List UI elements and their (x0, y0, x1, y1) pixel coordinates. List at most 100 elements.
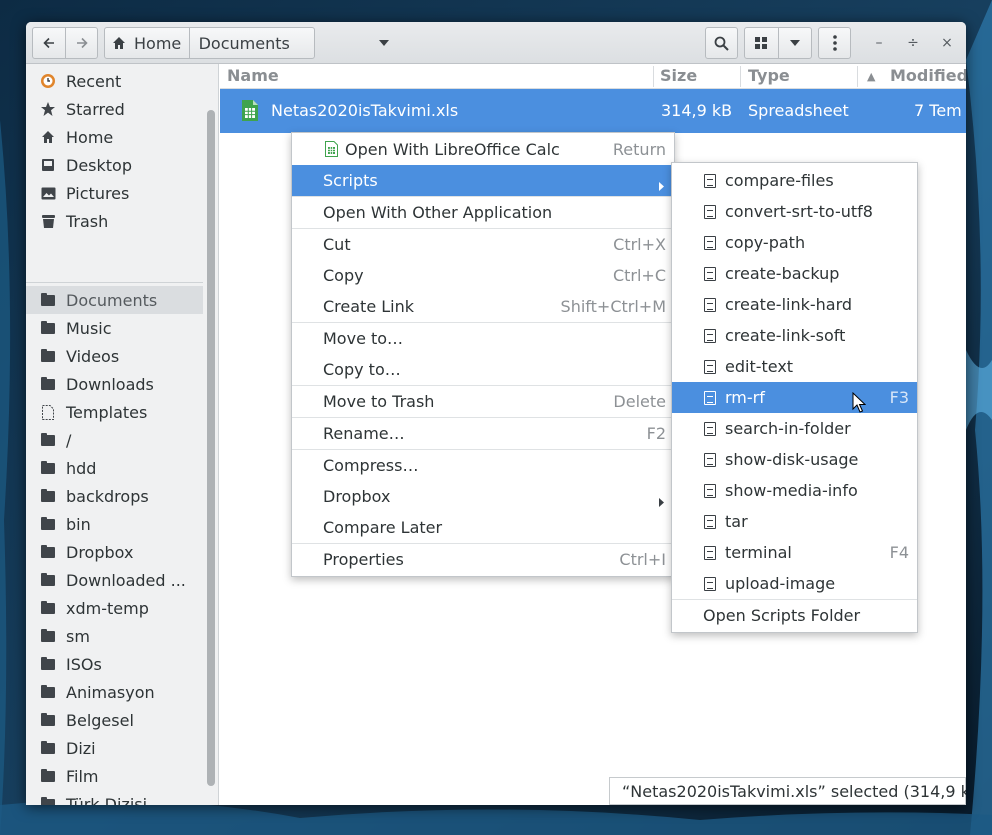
status-bar: “Netas2020isTakvimi.xls” selected (314,9… (609, 777, 966, 805)
script-item-search-in-folder[interactable]: search-in-folder (672, 413, 917, 444)
context-menu: Open With LibreOffice Calc Return Scripts O… (291, 132, 675, 577)
menu-item-accelerator: F3 (889, 388, 909, 407)
sidebar-item-animasyon[interactable]: Animasyon (26, 678, 203, 706)
sidebar-item-hdd[interactable]: hdd (26, 454, 203, 482)
sidebar-item--[interactable]: / (26, 426, 203, 454)
breadcrumb-documents[interactable]: Documents (188, 28, 389, 58)
script-item-show-disk-usage[interactable]: show-disk-usage (672, 444, 917, 475)
close-button[interactable]: × (937, 33, 957, 53)
menu-item-compress[interactable]: Compress… (292, 450, 674, 481)
breadcrumb-home[interactable]: Home (105, 28, 189, 58)
minimize-button[interactable]: – (869, 33, 889, 53)
view-mode-button[interactable] (745, 28, 778, 58)
sidebar-item-xdm-temp[interactable]: xdm-temp (26, 594, 203, 622)
script-item-copy-path[interactable]: copy-path (672, 227, 917, 258)
recent-icon (40, 73, 56, 89)
star-icon (40, 101, 56, 117)
menu-item-compare-later[interactable]: Compare Later (292, 512, 674, 543)
folder-icon (40, 432, 56, 448)
sidebar-item-label: Downloads (66, 374, 154, 394)
maximize-button[interactable]: ÷ (903, 33, 923, 53)
sidebar-item-downloaded-[interactable]: Downloaded ... (26, 566, 203, 594)
search-button[interactable] (705, 27, 738, 59)
sidebar-item-trash[interactable]: Trash (26, 207, 203, 235)
sidebar-item-label: Home (66, 127, 114, 147)
forward-button[interactable] (65, 28, 97, 58)
script-item-tar[interactable]: tar (672, 506, 917, 537)
script-item-create-link-hard[interactable]: create-link-hard (672, 289, 917, 320)
sidebar-item-backdrops[interactable]: backdrops (26, 482, 203, 510)
menu-item-move-to-trash[interactable]: Move to Trash Delete (292, 386, 674, 417)
script-item-label: show-disk-usage (725, 450, 859, 469)
sidebar-item-label: Belgesel (66, 710, 134, 730)
script-item-label: create-backup (725, 264, 840, 283)
script-item-terminal[interactable]: terminal F4 (672, 537, 917, 568)
sidebar-item-label: Trash (66, 211, 109, 231)
sidebar-item-templates[interactable]: Templates (26, 398, 203, 426)
app-menu-button[interactable] (818, 27, 851, 59)
column-type[interactable]: Type (748, 66, 790, 85)
column-modified[interactable]: Modified (890, 66, 966, 85)
sidebar-item-desktop[interactable]: Desktop (26, 151, 203, 179)
menu-item-dropbox[interactable]: Dropbox (292, 481, 674, 512)
script-file-icon (704, 515, 716, 529)
script-item-show-media-info[interactable]: show-media-info (672, 475, 917, 506)
sidebar-item-film[interactable]: Film (26, 762, 203, 790)
menu-item-properties[interactable]: Properties Ctrl+I (292, 544, 674, 575)
menu-item-scripts[interactable]: Scripts (292, 165, 674, 196)
sidebar-item-downloads[interactable]: Downloads (26, 370, 203, 398)
menu-item-label: Dropbox (323, 487, 391, 506)
sidebar-divider (26, 282, 203, 283)
script-file-icon (704, 484, 716, 498)
menu-item-open-with-other-application[interactable]: Open With Other Application (292, 197, 674, 228)
script-item-upload-image[interactable]: upload-image (672, 568, 917, 599)
column-size[interactable]: Size (660, 66, 697, 85)
sidebar-item-documents[interactable]: Documents (26, 286, 203, 314)
sidebar-item-dizi[interactable]: Dizi (26, 734, 203, 762)
menu-item-copy[interactable]: Copy Ctrl+C (292, 260, 674, 291)
breadcrumb-home-label: Home (134, 33, 182, 53)
menu-item-label: Rename… (323, 424, 405, 443)
script-item-label: create-link-hard (725, 295, 853, 314)
script-item-convert-srt-to-utf8[interactable]: convert-srt-to-utf8 (672, 196, 917, 227)
sidebar-item-pictures[interactable]: Pictures (26, 179, 203, 207)
sidebar-item-sm[interactable]: sm (26, 622, 203, 650)
sidebar-item-music[interactable]: Music (26, 314, 203, 342)
column-name[interactable]: Name (227, 66, 279, 85)
table-row[interactable]: Netas2020isTakvimi.xls 314,9 kB Spreadsh… (220, 89, 966, 133)
menu-item-label: Open Scripts Folder (703, 606, 861, 625)
view-options-button[interactable] (777, 28, 812, 58)
sidebar-item-dropbox[interactable]: Dropbox (26, 538, 203, 566)
back-button[interactable] (33, 28, 65, 58)
script-file-icon (704, 453, 716, 467)
sidebar-item-home[interactable]: Home (26, 123, 203, 151)
sidebar-item-bin[interactable]: bin (26, 510, 203, 538)
sidebar-item-belgesel[interactable]: Belgesel (26, 706, 203, 734)
sidebar-item-isos[interactable]: ISOs (26, 650, 203, 678)
sidebar-item-t-rk-dizisi[interactable]: Türk Dizisi (26, 790, 203, 805)
script-item-create-link-soft[interactable]: create-link-soft (672, 320, 917, 351)
menu-item-open-with-libreoffice-calc[interactable]: Open With LibreOffice Calc Return (292, 134, 674, 165)
menu-item-copy-to[interactable]: Copy to… (292, 354, 674, 385)
sidebar-scrollbar[interactable] (207, 110, 215, 786)
sidebar-item-label: Pictures (66, 183, 130, 203)
script-item-create-backup[interactable]: create-backup (672, 258, 917, 289)
menu-item-create-link[interactable]: Create Link Shift+Ctrl+M (292, 291, 674, 322)
menu-item-label: Create Link (323, 297, 415, 316)
grid-view-icon (755, 37, 768, 49)
script-file-icon (704, 205, 716, 219)
script-item-label: upload-image (725, 574, 836, 593)
folder-icon (40, 348, 56, 364)
script-item-rm-rf[interactable]: rm-rf F3 (672, 382, 917, 413)
sidebar-item-starred[interactable]: Starred (26, 95, 203, 123)
script-item-edit-text[interactable]: edit-text (672, 351, 917, 382)
menu-item-label: Copy to… (323, 360, 401, 379)
home-icon (40, 129, 56, 145)
menu-item-cut[interactable]: Cut Ctrl+X (292, 229, 674, 260)
script-item-compare-files[interactable]: compare-files (672, 165, 917, 196)
sidebar-item-recent[interactable]: Recent (26, 67, 203, 95)
menu-item-move-to[interactable]: Move to… (292, 323, 674, 354)
sidebar-item-videos[interactable]: Videos (26, 342, 203, 370)
menu-item-rename[interactable]: Rename… F2 (292, 418, 674, 449)
open-scripts-folder-item[interactable]: Open Scripts Folder (672, 600, 917, 631)
